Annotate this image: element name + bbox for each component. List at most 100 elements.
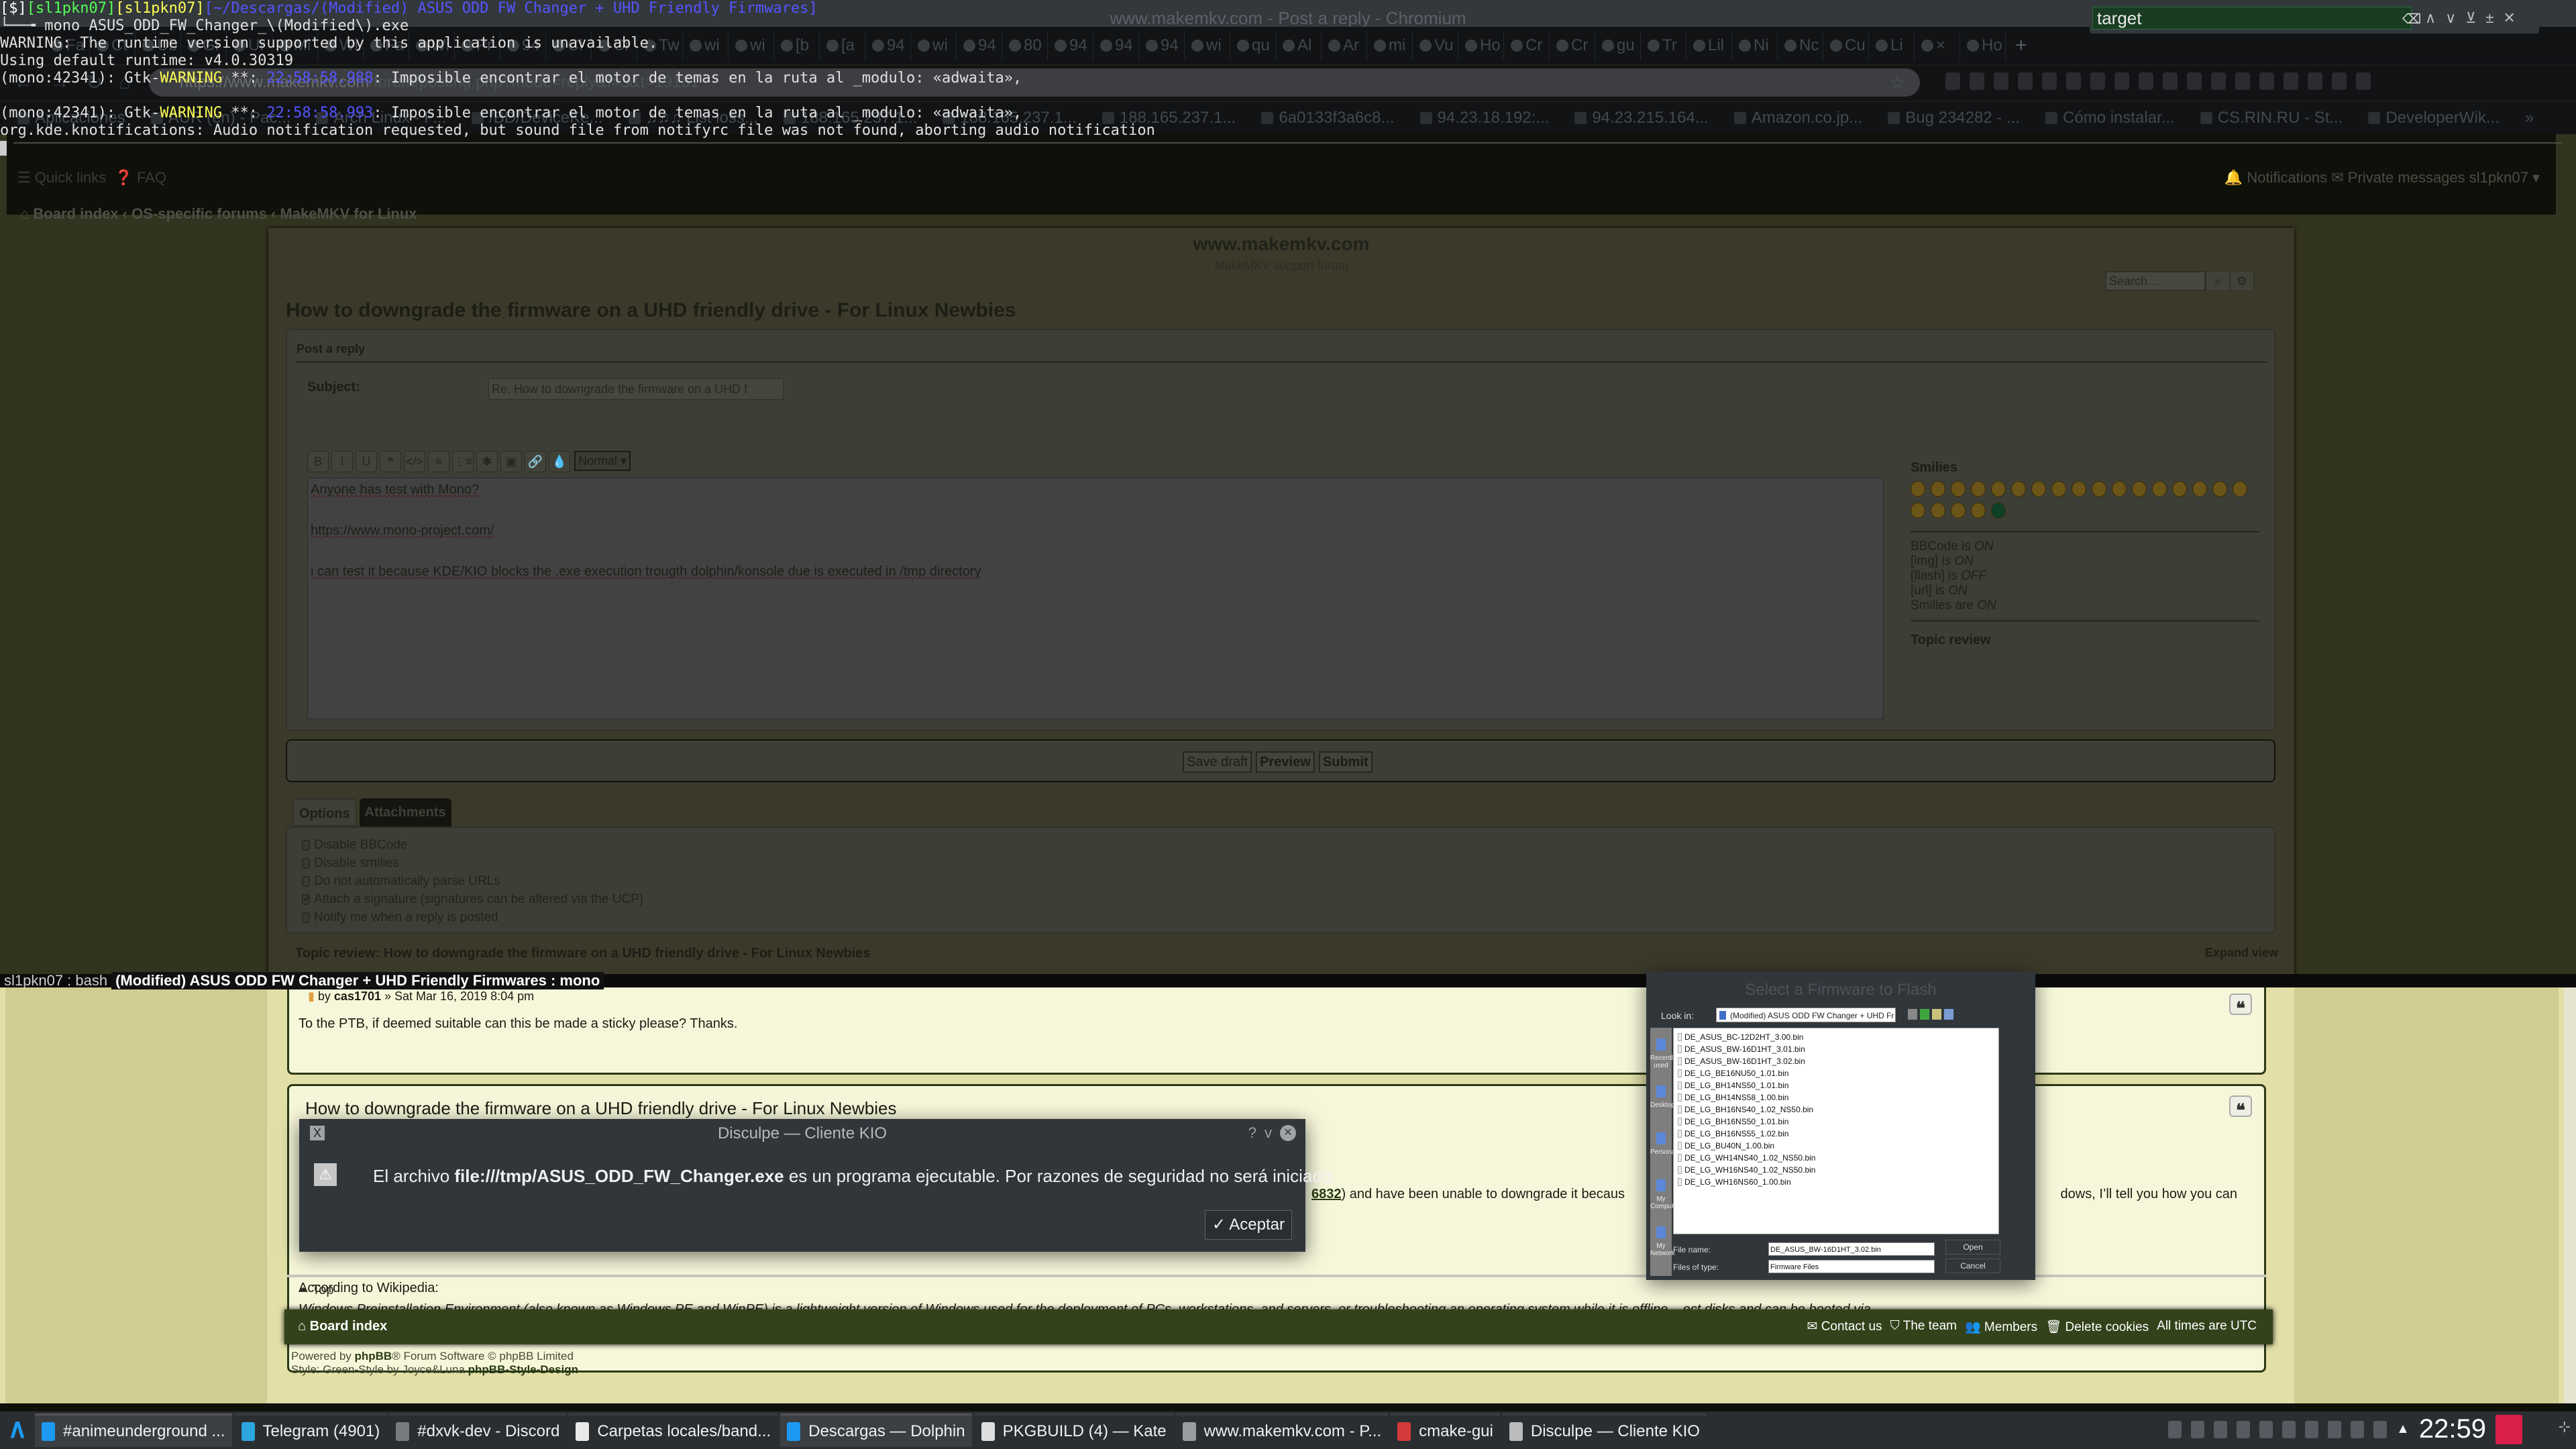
smiley-icon[interactable] [1951,502,1966,519]
file-type-select[interactable]: Firmware Files [1768,1260,1935,1273]
taskbar-item[interactable]: Descargas — Dolphin [780,1413,972,1447]
file-name-input[interactable]: DE_ASUS_BW-16D1HT_3.02.bin [1768,1242,1935,1256]
file-item[interactable]: DE_LG_BH14NS50_1.01.bin [1678,1079,1994,1091]
quote-button[interactable]: ❝ [380,451,401,472]
expand-view-link[interactable]: Expand view [2205,946,2278,960]
taskbar-item[interactable]: #dxvk-dev - Discord [389,1413,567,1447]
smiley-icon[interactable] [1931,481,1945,497]
file-item[interactable]: DE_ASUS_BW-16D1HT_3.02.bin [1678,1055,1994,1067]
expand-tray-icon[interactable]: ▲ [2396,1421,2410,1437]
taskbar-item[interactable]: PKGBUILD (4) — Kate [974,1413,1173,1447]
checkbox[interactable] [302,912,310,923]
clock[interactable]: 22:59 [2419,1414,2486,1444]
image-button[interactable]: ▣ [500,451,522,472]
trash-icon[interactable] [2496,1414,2522,1444]
cancel-button[interactable]: Cancel [1945,1258,2000,1273]
option-row[interactable]: Do not automatically parse URLs [302,872,2259,890]
weather-icon[interactable] [2373,1420,2387,1438]
file-item[interactable]: DE_LG_WH16NS40_1.02_NS50.bin [1678,1164,1994,1176]
file-item[interactable]: DE_LG_BE16NU50_1.01.bin [1678,1067,1994,1079]
taskbar-item[interactable]: cmake-gui [1391,1413,1500,1447]
smiley-icon[interactable] [2072,481,2086,497]
smiley-icon[interactable] [2031,481,2046,497]
delete-cookies-link[interactable]: 🗑 Delete cookies [2045,1319,2149,1335]
list-item-button[interactable]: ✱ [476,451,498,472]
file-list[interactable]: DE_ASUS_BC-12D2HT_3.00.bin DE_ASUS_BW-16D… [1673,1028,1999,1234]
steam-icon[interactable] [2214,1420,2228,1438]
smiley-icon[interactable] [2011,481,2026,497]
new-folder-icon[interactable] [1932,1009,1941,1020]
option-row[interactable]: Disable smilies [302,854,2259,872]
mail-icon[interactable] [2168,1420,2182,1438]
link-button[interactable]: 🔗 [525,451,546,472]
quote-post-button[interactable]: ❝ [2229,1095,2252,1120]
post-author[interactable]: cas1701 [334,989,381,1003]
smiley-icon[interactable] [2112,481,2127,497]
post-title[interactable]: How to downgrade the firmware on a UHD f… [305,1098,896,1119]
file-item[interactable]: DE_ASUS_BW-16D1HT_3.01.bin [1678,1043,1994,1055]
smiley-icon[interactable] [1911,502,1925,519]
footer-board-index[interactable]: ⌂ Board index [298,1319,387,1334]
preview-button[interactable]: Preview [1256,751,1315,773]
breadcrumb-board-index[interactable]: Board index [33,205,118,222]
phpbb-link[interactable]: phpBB [355,1350,392,1362]
back-icon[interactable] [1908,1009,1917,1020]
color-button[interactable]: 💧 [549,451,570,472]
checkbox[interactable]: ✓ [302,894,310,905]
close-icon[interactable]: ✕ [1280,1125,1296,1141]
code-button[interactable]: </> [404,451,425,472]
message-textarea[interactable]: Anyone has test with Mono? https://www.m… [307,478,1884,719]
site-name[interactable]: www.makemkv.com [268,233,2294,255]
help-icon[interactable]: ? [1248,1124,1256,1142]
style-link[interactable]: phpBB-Style-Design [468,1363,578,1376]
option-row[interactable]: ✓ Attach a signature (signatures can be a… [302,890,2259,908]
smiley-icon[interactable] [2212,481,2227,497]
download-icon[interactable] [2259,1420,2273,1438]
smiley-icon[interactable] [1991,481,2006,497]
app-launcher-icon[interactable]: ∧ [0,1411,35,1449]
smiley-icon[interactable] [1911,481,1925,497]
file-item[interactable]: DE_ASUS_BC-12D2HT_3.00.bin [1678,1031,1994,1043]
search-icon[interactable]: ⌕ [2206,271,2230,291]
place-item[interactable]: My Computer [1650,1179,1680,1210]
option-row[interactable]: Notify me when a reply is posted [302,908,2259,926]
tab-options[interactable]: Options [292,798,357,826]
discord-icon[interactable] [2191,1420,2205,1438]
option-row[interactable]: Disable BBCode [302,836,2259,854]
updates-icon[interactable] [2351,1420,2365,1438]
font-size-select[interactable]: Normal ▾ [574,451,631,471]
back-to-top-link[interactable]: ⏶ Top [298,1283,333,1298]
smiley-icon[interactable] [2132,481,2147,497]
smiley-icon[interactable] [1991,502,2006,519]
smiley-icon[interactable] [2192,481,2207,497]
save-draft-button[interactable]: Save draft [1183,751,1252,773]
checkbox[interactable] [302,857,310,869]
quote-post-button[interactable]: ❝ [2229,994,2252,1018]
page-scrollbar[interactable] [2564,987,2576,1403]
bold-button[interactable]: B [307,451,329,472]
the-team-link[interactable]: ⛉ The team [1890,1319,1957,1335]
checkbox[interactable] [302,875,310,887]
taskbar-item[interactable]: Disculpe — Cliente KIO [1502,1413,1707,1447]
konsole-tab-bash[interactable]: sl1pkn07 : bash [0,972,111,989]
italic-button[interactable]: I [331,451,353,472]
smiley-icon[interactable] [2172,481,2187,497]
konsole-tab-mono[interactable]: (Modified) ASUS ODD FW Changer + UHD Fri… [111,972,604,989]
topic-review-link[interactable]: Topic review [1911,620,2259,648]
file-item[interactable]: DE_LG_BU40N_1.00.bin [1678,1140,1994,1152]
search-input[interactable]: Search… [2105,271,2206,291]
view-mode-icon[interactable] [1944,1009,1953,1020]
look-in-select[interactable]: (Modified) ASUS ODD FW Changer + UHD Fr [1716,1008,1896,1022]
smiley-icon[interactable] [1951,481,1966,497]
place-item[interactable]: Desktop [1650,1085,1675,1109]
topic-title[interactable]: How to downgrade the firmware on a UHD f… [286,299,1016,322]
panel-settings-icon[interactable]: ⊹ [2559,1418,2571,1436]
post-link[interactable]: 6832 [1311,1187,1342,1201]
taskbar-item[interactable]: #animeunderground ... [35,1413,232,1447]
file-item[interactable]: DE_LG_BH16NS50_1.01.bin [1678,1116,1994,1128]
file-item[interactable]: DE_LG_BH14NS58_1.00.bin [1678,1091,1994,1104]
taskbar-item[interactable]: www.makemkv.com - P... [1175,1413,1389,1447]
smiley-icon[interactable] [2152,481,2167,497]
konsole-terminal[interactable]: [$][sl1pkn07][sl1pkn07][~/Descargas/(Mod… [0,0,2576,174]
place-item[interactable]: Personal [1650,1132,1676,1156]
